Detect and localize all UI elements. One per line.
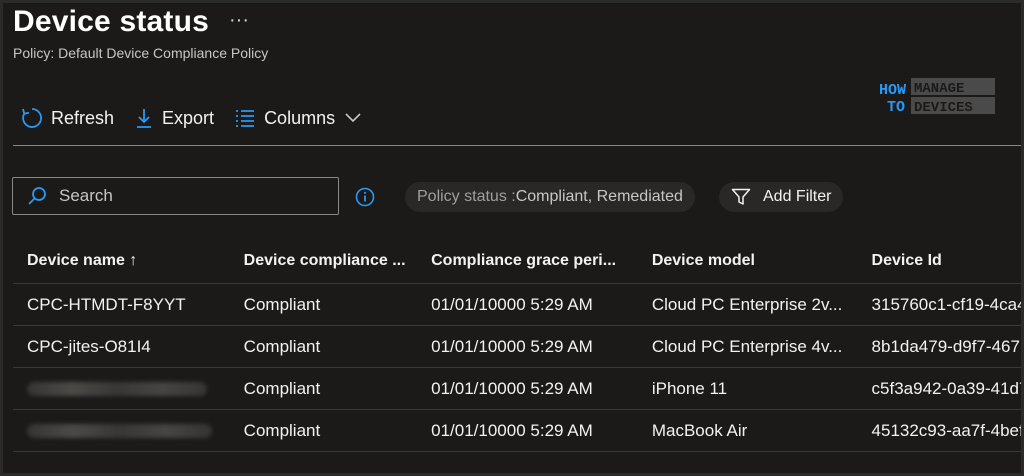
table-row[interactable]: Compliant 01/01/10000 5:29 AM iPhone 11 …	[13, 367, 1021, 410]
policy-status-key: Policy status :	[417, 188, 516, 205]
device-id-cell: 8b1da479-d9f7-467	[857, 325, 1021, 368]
logo-text-how: HOW	[879, 82, 906, 99]
logo-text-manage: MANAGE	[914, 81, 964, 97]
column-header-device-id[interactable]: Device Id	[857, 239, 1021, 284]
filter-icon	[731, 188, 751, 205]
device-id-cell: 315760c1-cf19-4ca4	[857, 283, 1021, 326]
export-label: Export	[162, 107, 215, 128]
column-header-device-compliance[interactable]: Device compliance ...	[229, 239, 418, 284]
download-icon	[137, 109, 152, 128]
refresh-button[interactable]: Refresh	[21, 107, 114, 129]
search-box[interactable]	[12, 177, 339, 215]
refresh-icon	[22, 108, 42, 128]
add-filter-label: Add Filter	[763, 188, 832, 205]
device-model-cell: iPhone 11	[637, 367, 858, 410]
search-icon	[28, 187, 46, 205]
device-model-cell: MacBook Air	[637, 409, 858, 452]
grace-period-cell: 01/01/10000 5:29 AM	[417, 367, 638, 410]
device-id-cell: 45132c93-aa7f-4bef	[857, 409, 1021, 452]
table-header-row: Device name ↑ Device compliance ... Comp…	[13, 239, 1021, 284]
grace-period-cell: 01/01/10000 5:29 AM	[417, 409, 638, 452]
columns-button[interactable]: Columns	[234, 108, 361, 129]
how-to-manage-devices-logo: HOW TO MANAGE DEVICES	[873, 75, 999, 123]
toolbar-divider	[13, 145, 1021, 146]
logo-text-devices: DEVICES	[914, 100, 973, 116]
column-header-device-name[interactable]: Device name ↑	[13, 239, 230, 284]
grace-period-cell: 01/01/10000 5:29 AM	[417, 283, 638, 326]
table-row[interactable]: CPC-jites-O81I4 Compliant 01/01/10000 5:…	[13, 325, 1021, 368]
chevron-down-icon	[345, 113, 361, 123]
page-subtitle: Policy: Default Device Compliance Policy	[13, 45, 269, 61]
search-input[interactable]	[57, 185, 321, 207]
compliance-cell: Compliant	[229, 283, 418, 326]
grace-period-cell: 01/01/10000 5:29 AM	[417, 325, 638, 368]
info-icon[interactable]	[355, 187, 375, 207]
columns-label: Columns	[264, 107, 336, 128]
device-name-cell[interactable]: CPC-HTMDT-F8YYT	[13, 283, 230, 326]
device-name-cell-redacted[interactable]	[13, 367, 230, 410]
table-row[interactable]: CPC-HTMDT-F8YYT Compliant 01/01/10000 5:…	[13, 283, 1021, 326]
column-header-device-model[interactable]: Device model	[637, 239, 858, 284]
compliance-cell: Compliant	[229, 409, 418, 452]
compliance-cell: Compliant	[229, 367, 418, 410]
device-status-panel: Device status ··· Policy: Default Device…	[0, 0, 1024, 476]
device-name-cell[interactable]: CPC-jites-O81I4	[13, 325, 230, 368]
redacted-device-name	[27, 382, 207, 397]
redacted-device-name	[27, 424, 212, 439]
device-model-cell: Cloud PC Enterprise 2v...	[637, 283, 858, 326]
export-button[interactable]: Export	[134, 107, 214, 129]
refresh-label: Refresh	[51, 107, 115, 128]
device-model-cell: Cloud PC Enterprise 4v...	[637, 325, 858, 368]
compliance-cell: Compliant	[229, 325, 418, 368]
logo-text-to: TO	[887, 99, 905, 116]
toolbar: Refresh Export Columns	[21, 103, 381, 133]
add-filter-button[interactable]: Add Filter	[719, 182, 844, 212]
columns-icon	[236, 110, 255, 127]
device-table: Device name ↑ Device compliance ... Comp…	[13, 239, 1021, 452]
device-name-cell-redacted[interactable]	[13, 409, 230, 452]
column-header-compliance-grace-period[interactable]: Compliance grace peri...	[417, 239, 638, 284]
more-options-icon[interactable]: ···	[229, 9, 249, 32]
policy-status-filter-pill[interactable]: Policy status : Compliant, Remediated	[405, 182, 695, 212]
policy-status-value: Compliant, Remediated	[515, 188, 683, 205]
table-row[interactable]: Compliant 01/01/10000 5:29 AM MacBook Ai…	[13, 409, 1021, 452]
device-id-cell: c5f3a942-0a39-41d7	[857, 367, 1021, 410]
page-title: Device status	[13, 5, 210, 38]
